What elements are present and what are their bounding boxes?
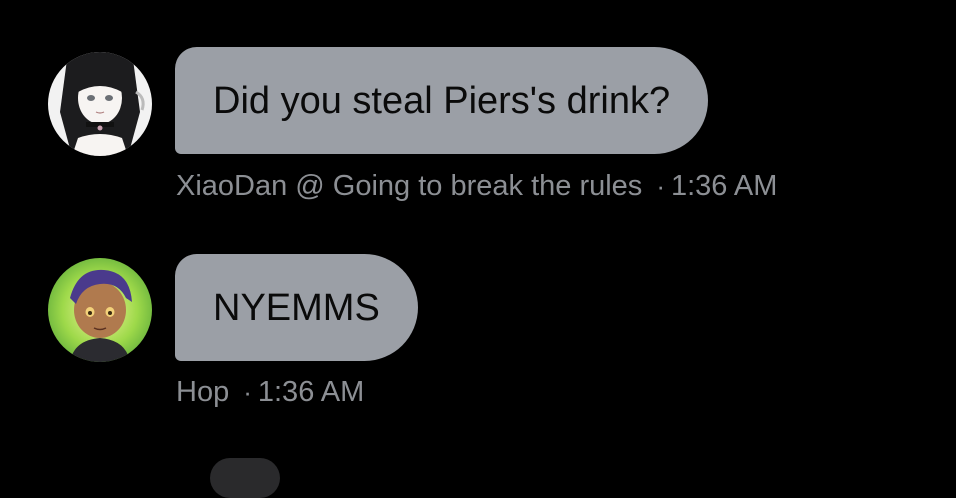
author-name[interactable]: XiaoDan @ Going to break the rules [176, 170, 642, 203]
timestamp: 1:36 AM [670, 169, 778, 202]
message-text: Did you steal Piers's drink? [213, 79, 671, 122]
avatar-xiaodan[interactable] [48, 52, 152, 156]
avatar-image [48, 258, 152, 362]
timestamp: 1:36 AM [257, 375, 365, 408]
avatar-hop[interactable] [48, 258, 152, 362]
message-meta: Hop · 1:36 AM [176, 376, 364, 408]
avatar-image [48, 52, 152, 156]
message-meta: XiaoDan @ Going to break the rules · 1:3… [176, 170, 777, 202]
meta-separator: · [243, 376, 252, 407]
meta-separator: · [656, 170, 665, 201]
message-bubble[interactable]: Did you steal Piers's drink? [175, 47, 709, 154]
message-text: NYEMMS [213, 286, 380, 329]
message-bubble[interactable]: NYEMMS [175, 254, 418, 361]
author-name[interactable]: Hop [176, 376, 229, 409]
next-message-edge [210, 458, 280, 498]
